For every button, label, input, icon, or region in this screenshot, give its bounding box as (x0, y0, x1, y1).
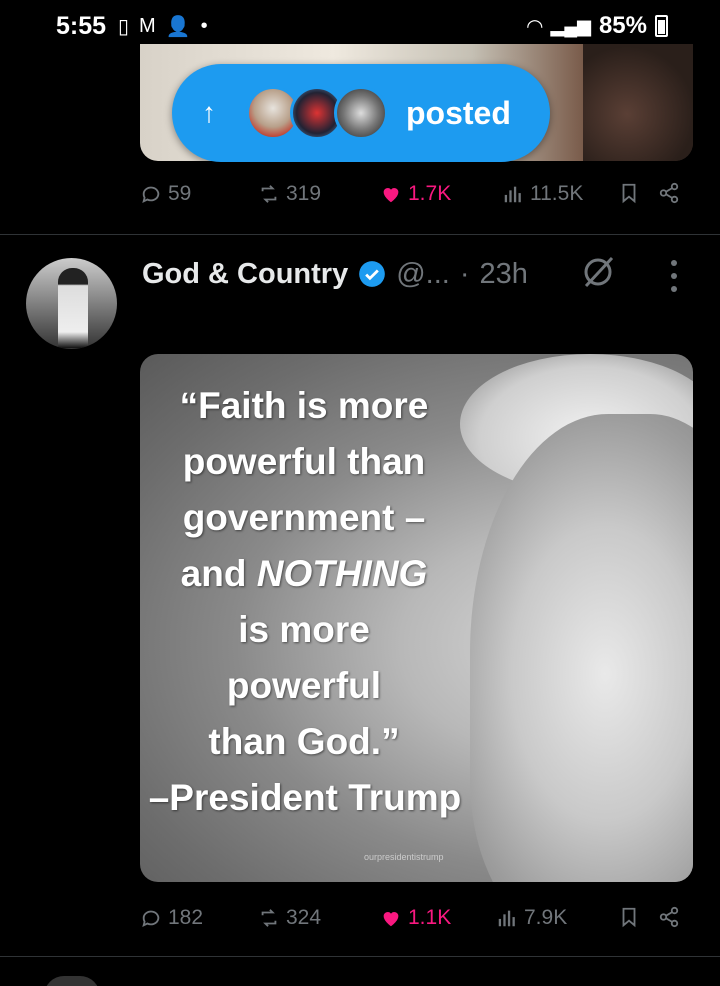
tweet-header: God & Country @... · 23h (142, 254, 528, 294)
separator: · (459, 257, 470, 290)
views-icon (498, 910, 515, 927)
quote-line: powerful (226, 665, 382, 706)
clock: 5:55 (56, 12, 107, 40)
next-tweet-avatar[interactable] (44, 976, 100, 986)
more-icon (671, 260, 677, 266)
like-count: 1.7K (408, 182, 452, 205)
share-icon (659, 906, 679, 928)
share-icon (659, 182, 679, 204)
repost-button[interactable]: 319 (258, 182, 321, 206)
tweet-image[interactable]: “Faith is more powerful than government … (140, 354, 693, 882)
wifi-icon: ◠ (527, 15, 543, 38)
author-handle[interactable]: @... (396, 258, 450, 291)
dot-icon: • (200, 15, 208, 37)
prev-tweet-action-bar: 59 319 1.7K 11.5K (140, 176, 700, 216)
reply-button[interactable]: 59 (140, 182, 191, 206)
more-icon-dot (671, 273, 677, 279)
reply-count: 182 (168, 906, 204, 929)
quote-line: government – (182, 497, 426, 538)
views-button[interactable]: 11.5K (502, 182, 583, 206)
gmail-icon: M (139, 15, 156, 37)
tweet-action-bar: 182 324 1.1K 7.9K (140, 900, 700, 940)
more-button[interactable] (668, 260, 680, 292)
like-icon (383, 912, 399, 927)
notification-icons: ▯ M 👤 • (118, 14, 208, 39)
divider (0, 234, 720, 235)
quote-line: is more (238, 609, 370, 650)
repost-count: 324 (286, 906, 322, 929)
tattooed-arm-image (583, 44, 693, 161)
like-button[interactable]: 1.7K (380, 182, 451, 206)
grok-icon[interactable] (580, 254, 616, 290)
quote-fragment: and (180, 553, 257, 594)
quote-line: powerful than (182, 441, 426, 482)
toast-avatars (246, 86, 388, 140)
person-add-icon: 👤 (165, 16, 191, 38)
battery-level: 85% (598, 12, 647, 39)
reply-count: 59 (168, 182, 192, 205)
bookmark-button[interactable] (618, 182, 640, 204)
repost-icon (261, 185, 277, 203)
tweet-time[interactable]: 23h (480, 258, 528, 291)
divider (0, 956, 720, 957)
views-icon (504, 186, 521, 203)
repost-icon (261, 909, 277, 927)
arrow-up-icon: ↑ (202, 97, 216, 128)
avatar (334, 86, 388, 140)
verified-icon (359, 261, 386, 287)
repost-count: 319 (286, 182, 322, 205)
system-indicators: ◠ ▂▄▆ 85% (527, 12, 668, 40)
screenshot-icon: ▯ (118, 16, 130, 38)
bookmark-button[interactable] (618, 906, 640, 928)
image-face (470, 414, 693, 882)
reply-icon (142, 910, 160, 928)
like-button[interactable]: 1.1K (380, 906, 451, 930)
repost-button[interactable]: 324 (258, 906, 321, 930)
more-icon-dot (671, 286, 677, 292)
reply-button[interactable]: 182 (140, 906, 203, 930)
image-quote: “Faith is more powerful than government … (149, 378, 462, 826)
quote-emphasis: NOTHING (256, 553, 428, 594)
share-button[interactable] (658, 906, 680, 928)
battery-icon (655, 15, 668, 37)
like-icon (383, 188, 399, 203)
views-button[interactable]: 7.9K (496, 906, 567, 930)
quote-line: and NOTHING (154, 546, 454, 602)
image-watermark: ourpresidentistrump (364, 852, 444, 862)
author-avatar[interactable] (26, 258, 117, 349)
reply-icon (142, 186, 160, 204)
share-button[interactable] (658, 182, 680, 204)
bookmark-icon (622, 183, 636, 204)
view-count: 7.9K (524, 906, 568, 929)
avatar-figure (58, 268, 88, 348)
bookmark-icon (622, 907, 636, 928)
quote-line: than God.” (208, 721, 400, 762)
toast-label: posted (406, 94, 511, 131)
quote-attribution: –President Trump (148, 777, 462, 818)
author-name[interactable]: God & Country (142, 258, 348, 291)
quote-line: “Faith is more (179, 385, 429, 426)
signal-icon: ▂▄▆ (550, 15, 591, 36)
like-count: 1.1K (408, 906, 452, 929)
view-count: 11.5K (530, 182, 584, 205)
posted-toast-button[interactable]: ↑ posted (172, 64, 550, 162)
